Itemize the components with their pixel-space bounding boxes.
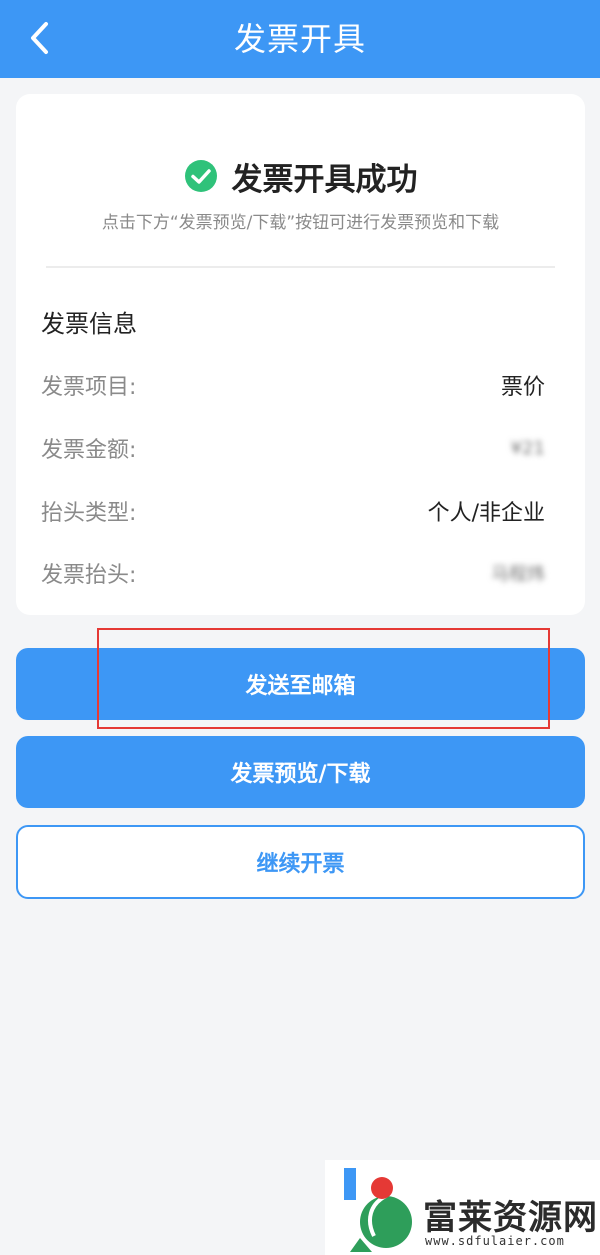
section-title: 发票信息	[41, 310, 137, 338]
invoice-result-card: 发票开具成功 点击下方“发票预览/下载”按钮可进行发票预览和下载 发票信息 发票…	[16, 94, 585, 615]
watermark-brand: 富莱资源网	[423, 1198, 598, 1238]
page-title: 发票开具	[233, 20, 366, 58]
success-title: 发票开具成功	[231, 161, 418, 198]
chevron-left-icon	[31, 22, 48, 54]
success-row: 发票开具成功	[16, 152, 585, 200]
preview-download-button[interactable]: 发票预览/下载	[16, 736, 585, 808]
info-row-amount: 发票金额: ¥21	[41, 428, 545, 468]
app-header: 发票开具	[0, 0, 600, 78]
info-row-header-type: 抬头类型: 个人/非企业	[41, 491, 545, 531]
info-row-invoice-header: 发票抬头: 马程炜	[41, 553, 545, 593]
back-button[interactable]	[22, 18, 58, 58]
info-value-blurred: ¥21	[510, 437, 545, 459]
continue-invoice-button[interactable]: 继续开票	[16, 825, 585, 899]
send-to-email-button[interactable]: 发送至邮箱	[16, 648, 585, 720]
info-value: 个人/非企业	[427, 501, 545, 526]
divider	[46, 266, 555, 268]
info-value-blurred: 马程炜	[491, 564, 545, 585]
info-row-item: 发票项目: 票价	[41, 365, 545, 405]
watermark: 富莱资源网 www.sdfulaier.com	[325, 1160, 600, 1255]
info-label: 发票金额:	[41, 438, 137, 463]
watermark-url: www.sdfulaier.com	[425, 1234, 565, 1248]
info-value: 票价	[500, 375, 545, 400]
watermark-logo-icon	[344, 1168, 412, 1252]
info-label: 抬头类型:	[41, 501, 137, 526]
info-label: 发票项目:	[41, 375, 137, 400]
success-hint: 点击下方“发票预览/下载”按钮可进行发票预览和下载	[101, 213, 500, 233]
info-label: 发票抬头:	[41, 563, 137, 588]
check-circle-icon	[184, 160, 217, 192]
